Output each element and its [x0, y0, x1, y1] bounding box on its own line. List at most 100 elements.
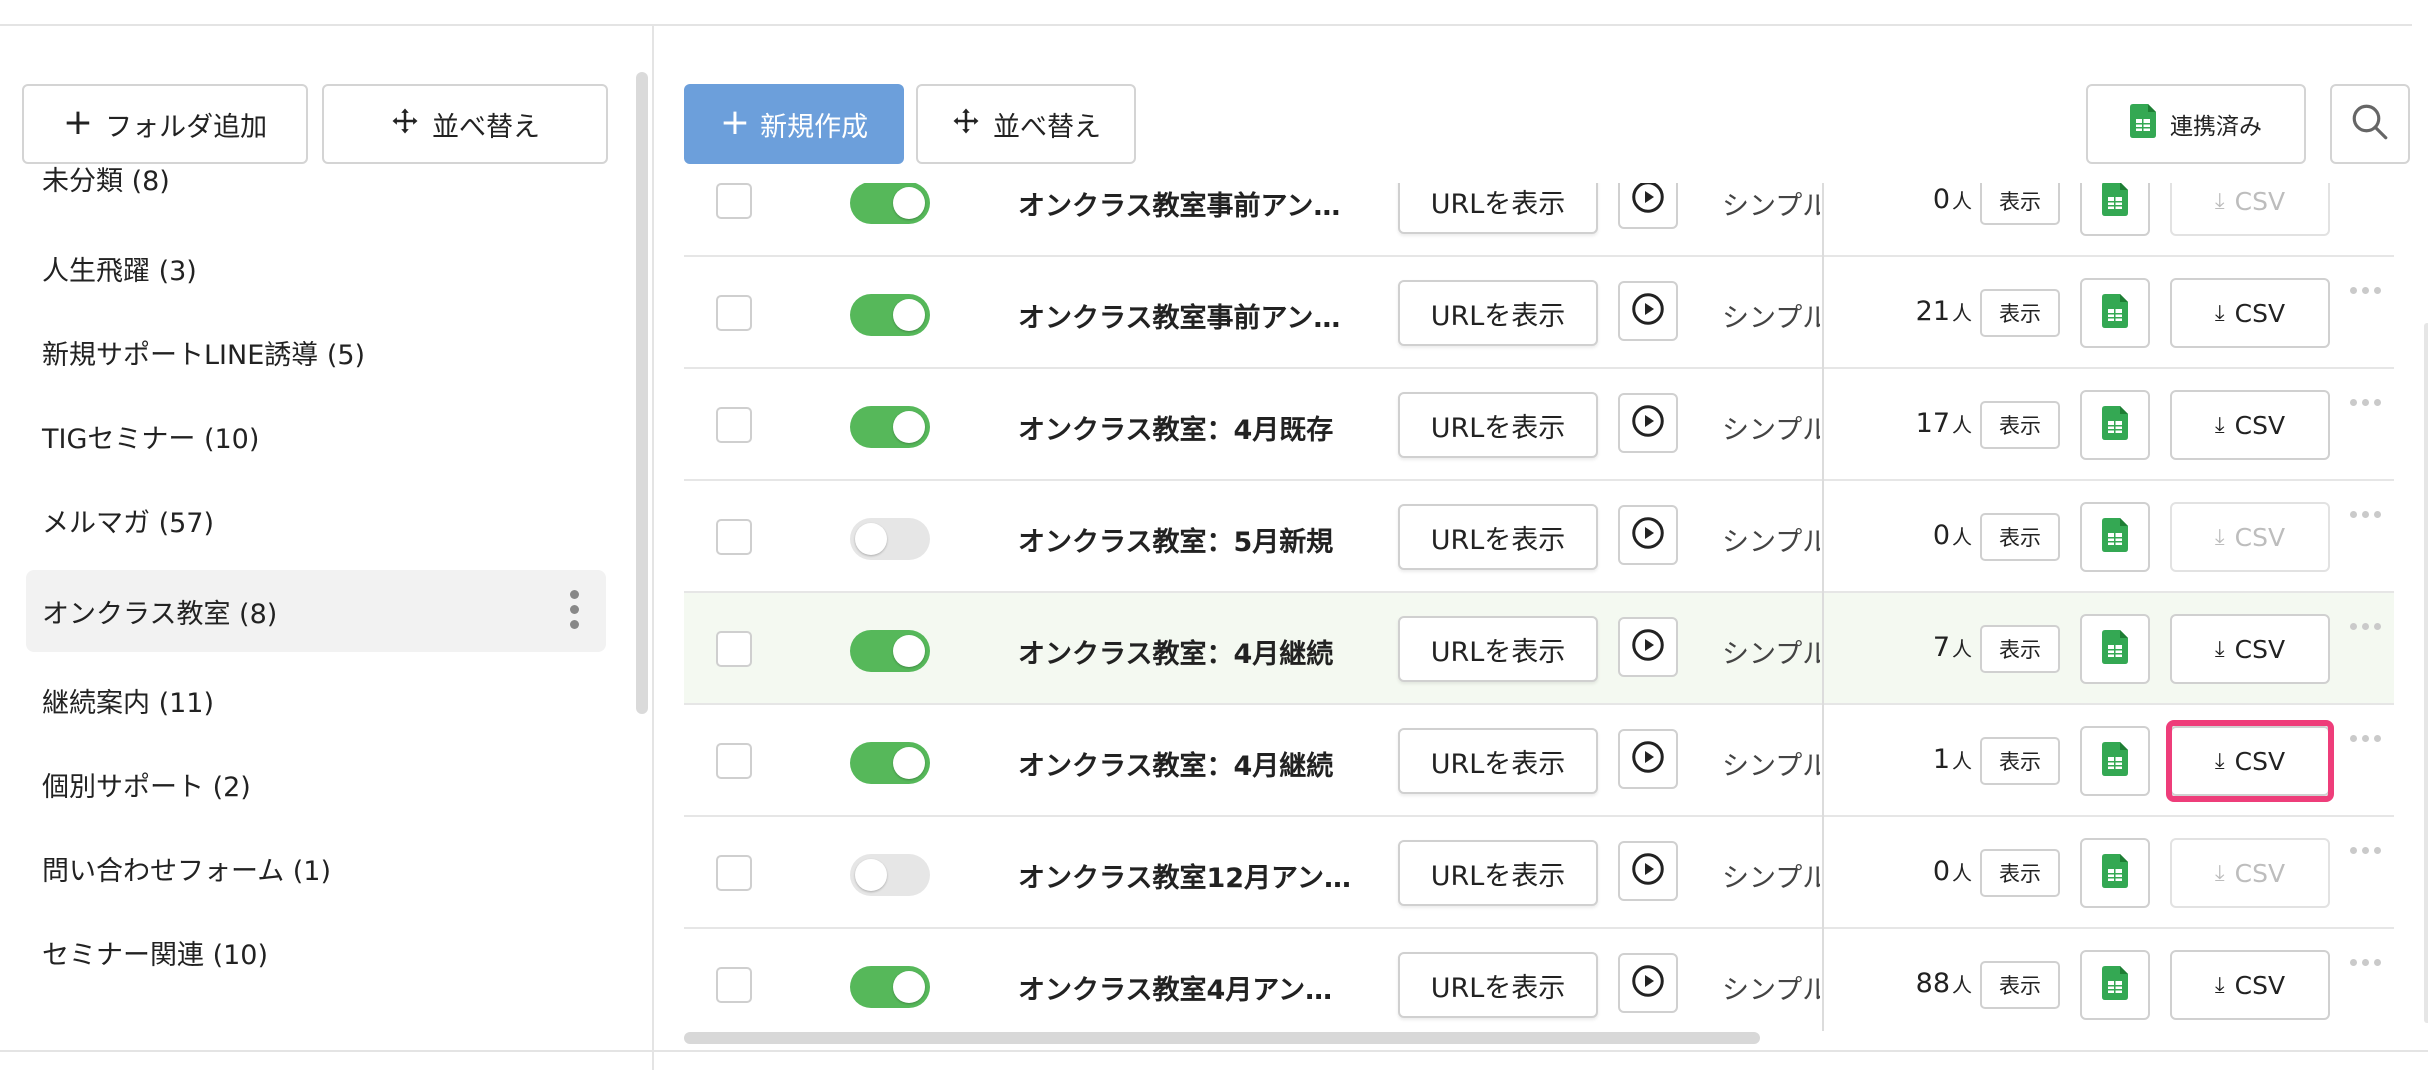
- sheets-linked-button[interactable]: 連携済み: [2086, 84, 2306, 164]
- show-responses-button[interactable]: 表示: [1980, 625, 2060, 673]
- publish-toggle[interactable]: [850, 966, 930, 1008]
- form-name[interactable]: オンクラス教室：4月既存: [1018, 408, 1358, 447]
- sort-forms-button[interactable]: 並べ替え: [916, 84, 1136, 164]
- preview-button[interactable]: [1618, 729, 1678, 789]
- show-url-button[interactable]: URLを表示: [1398, 840, 1598, 906]
- folder-item[interactable]: 個別サポート (2): [26, 743, 606, 825]
- csv-download-button[interactable]: ⤓ CSV: [2170, 502, 2330, 572]
- row-checkbox[interactable]: [716, 967, 752, 1003]
- form-name[interactable]: オンクラス教室：4月継続: [1018, 744, 1358, 783]
- sheets-export-button[interactable]: [2080, 950, 2150, 1020]
- csv-download-button[interactable]: ⤓ CSV: [2170, 726, 2330, 796]
- csv-download-button[interactable]: ⤓ CSV: [2170, 838, 2330, 908]
- show-url-button[interactable]: URLを表示: [1398, 280, 1598, 346]
- show-url-button[interactable]: URLを表示: [1398, 616, 1598, 682]
- form-name[interactable]: オンクラス教室：4月継続: [1018, 632, 1358, 671]
- preview-button[interactable]: [1618, 393, 1678, 453]
- row-more-icon[interactable]: [2350, 959, 2390, 966]
- show-url-button[interactable]: URLを表示: [1398, 392, 1598, 458]
- preview-button[interactable]: [1618, 617, 1678, 677]
- bottom-divider: [0, 1050, 2428, 1052]
- table-row[interactable]: オンクラス教室事前アンケート URLを表示 シンプル 0 人表示 ⤓ CSV: [684, 183, 2394, 257]
- publish-toggle[interactable]: [850, 406, 930, 448]
- preview-button[interactable]: [1618, 841, 1678, 901]
- table-row[interactable]: オンクラス教室12月アンケート URLを表示 シンプル 0人表示 ⤓ CSV: [684, 817, 2394, 929]
- row-checkbox[interactable]: [716, 743, 752, 779]
- table-row[interactable]: オンクラス教室：4月継続 URLを表示 シンプル 7 人表示 ⤓ CSV: [684, 593, 2394, 705]
- preview-button[interactable]: [1618, 953, 1678, 1013]
- table-row[interactable]: オンクラス教室4月アンケート URLを表示 シンプル 88 人表示 ⤓ CSV: [684, 929, 2394, 1031]
- publish-toggle[interactable]: [850, 183, 930, 224]
- publish-toggle[interactable]: [850, 630, 930, 672]
- form-name[interactable]: オンクラス教室事前アンケート: [1018, 296, 1358, 335]
- show-responses-button[interactable]: 表示: [1980, 401, 2060, 449]
- preview-button[interactable]: [1618, 183, 1678, 229]
- show-url-button[interactable]: URLを表示: [1398, 183, 1598, 234]
- table-vertical-scrollbar[interactable]: [2424, 323, 2428, 1023]
- publish-toggle[interactable]: [850, 854, 930, 896]
- row-more-icon[interactable]: [2350, 399, 2390, 406]
- row-more-icon[interactable]: [2350, 735, 2390, 742]
- row-more-icon[interactable]: [2350, 847, 2390, 854]
- show-responses-button[interactable]: 表示: [1980, 513, 2060, 561]
- sidebar-scrollbar[interactable]: [636, 72, 648, 714]
- table-horizontal-scrollbar[interactable]: [684, 1032, 1760, 1044]
- folder-item[interactable]: オンクラス教室 (8): [26, 570, 606, 652]
- csv-download-button[interactable]: ⤓ CSV: [2170, 183, 2330, 236]
- csv-download-button[interactable]: ⤓ CSV: [2170, 950, 2330, 1020]
- row-checkbox[interactable]: [716, 631, 752, 667]
- csv-download-button[interactable]: ⤓ CSV: [2170, 614, 2330, 684]
- row-more-icon[interactable]: [2350, 287, 2390, 294]
- form-name[interactable]: オンクラス教室12月アンケート: [1018, 856, 1358, 895]
- preview-button[interactable]: [1618, 505, 1678, 565]
- show-responses-button[interactable]: 表示: [1980, 849, 2060, 897]
- sheets-export-button[interactable]: [2080, 614, 2150, 684]
- row-checkbox[interactable]: [716, 855, 752, 891]
- sheets-export-button[interactable]: [2080, 502, 2150, 572]
- show-responses-button[interactable]: 表示: [1980, 737, 2060, 785]
- folder-item[interactable]: 未分類 (8): [26, 137, 606, 219]
- folder-item[interactable]: 人生飛躍 (3): [26, 227, 606, 309]
- show-responses-button[interactable]: 表示: [1980, 183, 2060, 225]
- form-name[interactable]: オンクラス教室：5月新規: [1018, 520, 1358, 559]
- table-row[interactable]: オンクラス教室：4月継続 URLを表示 シンプル 1 人表示 ⤓ CSV: [684, 705, 2394, 817]
- new-form-button[interactable]: + 新規作成: [684, 84, 904, 164]
- sheets-export-button[interactable]: [2080, 390, 2150, 460]
- sheets-export-button[interactable]: [2080, 838, 2150, 908]
- response-count-value: 21: [1915, 296, 1950, 327]
- folder-item[interactable]: 新規サポートLINE誘導 (5): [26, 311, 606, 393]
- preview-button[interactable]: [1618, 281, 1678, 341]
- form-name[interactable]: オンクラス教室事前アンケート: [1018, 184, 1358, 223]
- show-url-button[interactable]: URLを表示: [1398, 952, 1598, 1018]
- show-responses-button[interactable]: 表示: [1980, 289, 2060, 337]
- publish-toggle[interactable]: [850, 742, 930, 784]
- table-row[interactable]: オンクラス教室：4月既存 URLを表示 シンプル 17 人表示 ⤓ CSV: [684, 369, 2394, 481]
- folder-item[interactable]: メルマガ (57): [26, 479, 606, 561]
- csv-download-button[interactable]: ⤓ CSV: [2170, 390, 2330, 460]
- row-more-icon[interactable]: [2350, 511, 2390, 518]
- row-checkbox[interactable]: [716, 519, 752, 555]
- sheets-export-button[interactable]: [2080, 183, 2150, 236]
- row-checkbox[interactable]: [716, 295, 752, 331]
- row-checkbox[interactable]: [716, 407, 752, 443]
- show-responses-button[interactable]: 表示: [1980, 961, 2060, 1009]
- row-checkbox[interactable]: [716, 183, 752, 219]
- show-url-button[interactable]: URLを表示: [1398, 504, 1598, 570]
- folder-item[interactable]: TIGセミナー (10): [26, 395, 606, 477]
- table-row[interactable]: オンクラス教室：5月新規 URLを表示 シンプル 0 人表示 ⤓ CSV: [684, 481, 2394, 593]
- row-more-icon[interactable]: [2350, 623, 2390, 630]
- form-name[interactable]: オンクラス教室4月アンケート: [1018, 968, 1358, 1007]
- folder-item[interactable]: 継続案内 (11): [26, 659, 606, 741]
- sort-forms-label: 並べ替え: [993, 111, 1101, 143]
- folder-item[interactable]: 問い合わせフォーム (1): [26, 827, 606, 909]
- publish-toggle[interactable]: [850, 518, 930, 560]
- csv-download-button[interactable]: ⤓ CSV: [2170, 278, 2330, 348]
- sheets-export-button[interactable]: [2080, 278, 2150, 348]
- show-url-button[interactable]: URLを表示: [1398, 728, 1598, 794]
- publish-toggle[interactable]: [850, 294, 930, 336]
- sheets-export-button[interactable]: [2080, 726, 2150, 796]
- folder-menu-icon[interactable]: [570, 590, 580, 629]
- folder-item[interactable]: セミナー関連 (10): [26, 911, 606, 993]
- search-button[interactable]: [2330, 84, 2410, 164]
- table-row[interactable]: オンクラス教室事前アンケート URLを表示 シンプル 21 人表示 ⤓ CSV: [684, 257, 2394, 369]
